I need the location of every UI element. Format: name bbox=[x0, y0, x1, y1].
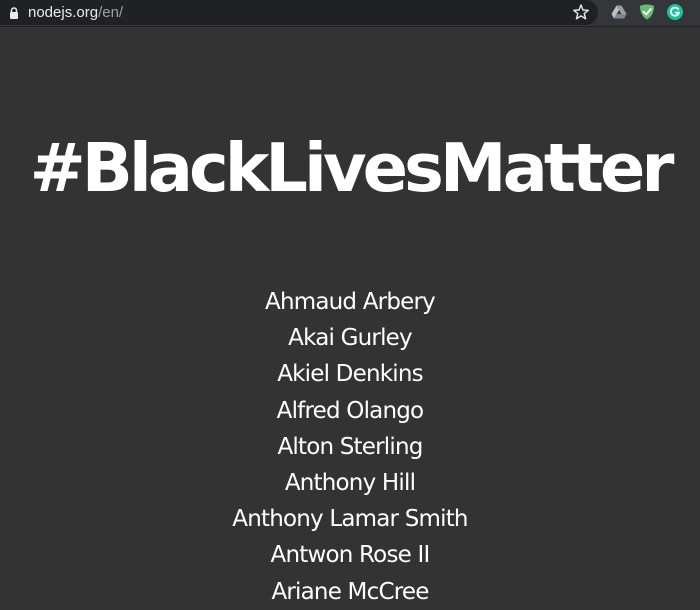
lock-icon[interactable] bbox=[7, 6, 21, 20]
address-bar[interactable]: nodejs.org/en/ bbox=[0, 0, 598, 25]
name-item: Ariane McCree bbox=[271, 578, 429, 605]
adguard-shield-icon[interactable] bbox=[638, 3, 656, 21]
name-item: Akai Gurley bbox=[288, 325, 412, 352]
star-icon[interactable] bbox=[572, 3, 590, 21]
name-item: Antwon Rose II bbox=[270, 542, 431, 569]
url-path: /en/ bbox=[98, 4, 124, 21]
name-item: Anthony Hill bbox=[284, 469, 416, 496]
google-drive-icon[interactable] bbox=[610, 3, 628, 21]
name-item: Alton Sterling bbox=[277, 433, 423, 460]
url-text[interactable]: nodejs.org/en/ bbox=[28, 3, 123, 22]
black-lives-matter-heading: #BlackLivesMatter bbox=[29, 129, 675, 207]
names-list: Ahmaud Arbery Akai Gurley Akiel Denkins … bbox=[0, 284, 700, 610]
browser-toolbar: nodejs.org/en/ bbox=[0, 0, 700, 27]
page-content: #BlackLivesMatter Ahmaud Arbery Akai Gur… bbox=[0, 27, 700, 610]
name-item: Alfred Olango bbox=[276, 397, 424, 424]
grammarly-icon[interactable] bbox=[666, 3, 684, 21]
name-item: Ahmaud Arbery bbox=[265, 289, 436, 315]
name-item: Anthony Lamar Smith bbox=[232, 506, 468, 533]
name-item: Akiel Denkins bbox=[277, 361, 423, 388]
url-host: nodejs.org bbox=[28, 4, 99, 21]
